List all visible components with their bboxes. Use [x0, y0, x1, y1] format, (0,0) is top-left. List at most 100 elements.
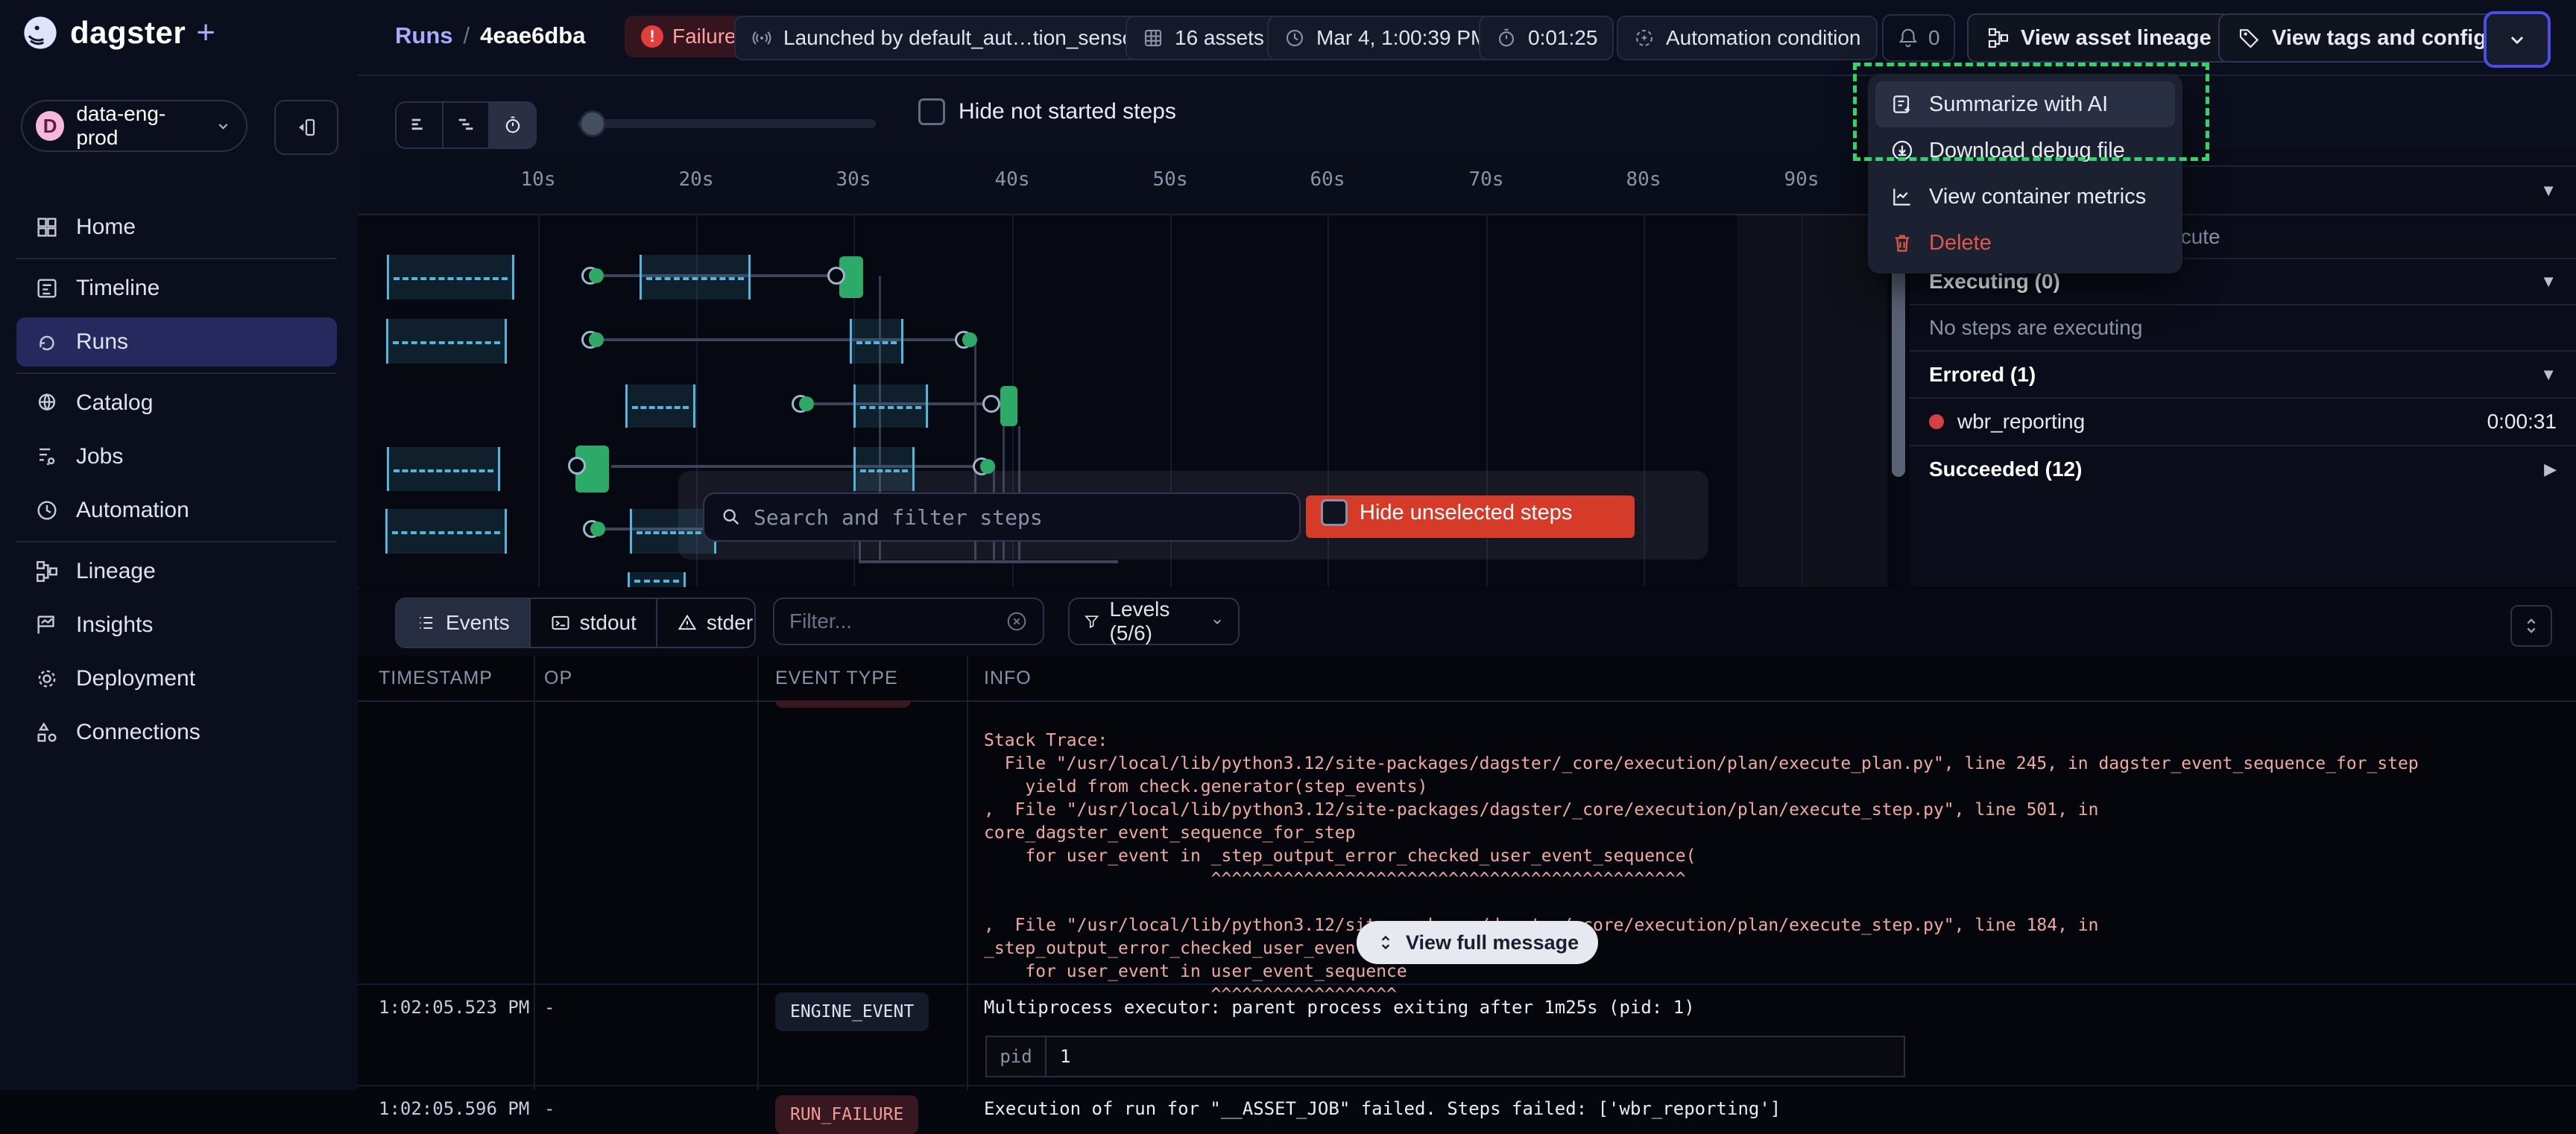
automation-icon — [34, 498, 60, 523]
run-actions-menu-button[interactable] — [2484, 11, 2551, 68]
levels-dropdown[interactable]: Levels (5/6) — [1068, 598, 1240, 645]
checkbox-icon[interactable] — [1321, 499, 1348, 526]
breadcrumb: Runs / 4eae6dba — [395, 22, 585, 49]
header-pill[interactable]: Mar 4, 1:00:39 PM — [1267, 16, 1504, 60]
sidebar-item-insights[interactable]: Insights — [16, 601, 337, 650]
error-dot-icon — [1929, 414, 1944, 429]
step-bar-queued[interactable] — [386, 319, 507, 364]
event-type-pill: ENGINE_EVENT — [775, 992, 929, 1031]
sidebar-item-deployment[interactable]: Deployment — [16, 654, 337, 703]
section-chevron-icon[interactable]: ▼ — [2540, 365, 2557, 384]
dependency-line[interactable] — [859, 560, 1118, 563]
log-filter-input[interactable]: Filter... — [773, 598, 1044, 645]
gantt-chart[interactable]: 10s20s30s40s50s60s70s80s90s Search and f… — [358, 149, 1908, 587]
dependency-node[interactable] — [982, 395, 1000, 413]
clear-filter-icon[interactable] — [1006, 610, 1028, 633]
sidebar-item-jobs[interactable]: Jobs — [16, 432, 337, 481]
tab-stdout[interactable]: stdout — [531, 599, 657, 647]
dependency-node[interactable] — [568, 457, 586, 475]
waterfall-mode-button[interactable] — [443, 103, 490, 148]
timed-mode-button[interactable] — [490, 103, 535, 148]
menu-item-view-container-metrics[interactable]: View container metrics — [1875, 174, 2175, 220]
dependency-node-done[interactable] — [589, 332, 604, 347]
view-full-message-button[interactable]: View full message — [1357, 921, 1598, 964]
assets-grid-icon — [1142, 27, 1164, 49]
gantt-time-axis: 10s20s30s40s50s60s70s80s90s — [358, 149, 1908, 215]
deployment-icon — [34, 666, 60, 691]
menu-item-delete[interactable]: Delete — [1875, 220, 2175, 266]
dependency-node-done[interactable] — [589, 268, 604, 283]
dependency-node-done[interactable] — [962, 332, 977, 347]
clock-icon — [1284, 27, 1306, 49]
tab-events[interactable]: Events — [397, 599, 531, 647]
trash-icon — [1890, 231, 1914, 255]
sidebar-item-timeline[interactable]: Timeline — [16, 264, 337, 313]
dependency-line[interactable] — [611, 465, 984, 468]
gantt-zoom-slider[interactable] — [578, 119, 876, 128]
dagster-octopus-icon — [21, 13, 60, 52]
step-bar-queued[interactable] — [640, 255, 751, 300]
table-header: TIMESTAMP OP EVENT TYPE INFO — [358, 656, 2576, 702]
checkbox-icon[interactable] — [918, 98, 945, 125]
dependency-line[interactable] — [595, 338, 966, 341]
header-pill[interactable]: 0:01:25 — [1479, 16, 1614, 60]
view-tags-config-button[interactable]: View tags and config — [2218, 13, 2506, 63]
step-bar-queued[interactable] — [385, 509, 507, 554]
header-pill[interactable]: Automation condition — [1617, 16, 1878, 60]
notifications-button[interactable]: 0 — [1882, 14, 1955, 62]
timeline-icon — [34, 276, 60, 301]
step-bar-queued[interactable] — [387, 447, 500, 491]
step-bar-queued[interactable] — [850, 319, 903, 364]
step-bar-queued[interactable] — [387, 255, 514, 300]
breadcrumb-runs-link[interactable]: Runs — [395, 22, 453, 49]
step-bar-queued[interactable] — [625, 384, 695, 428]
sidebar-item-automation[interactable]: Automation — [16, 486, 337, 535]
step-bar-queued[interactable] — [628, 572, 686, 587]
deployment-selector[interactable]: D data-eng-prod — [21, 100, 247, 152]
step-bar-success[interactable] — [1000, 386, 1017, 426]
clipped-event-pill — [775, 700, 911, 708]
waterfall-gantt-icon — [455, 115, 476, 136]
status-badge: ! Failure — [625, 16, 753, 57]
collapse-sidebar-button[interactable] — [274, 100, 338, 155]
event-type-pill: RUN_FAILURE — [775, 1095, 918, 1134]
bell-icon — [1897, 27, 1919, 49]
collapse-panel-icon — [295, 116, 318, 139]
hide-unselected-checkbox[interactable]: Hide unselected steps — [1321, 499, 1572, 526]
section-chevron-icon[interactable]: ▼ — [2540, 181, 2557, 200]
slider-handle[interactable] — [579, 110, 606, 137]
section-chevron-icon[interactable]: ▶ — [2544, 460, 2557, 479]
sidebar-item-lineage[interactable]: Lineage — [16, 547, 337, 596]
col-event-type: EVENT TYPE — [775, 668, 898, 689]
sidebar-item-connections[interactable]: Connections — [16, 708, 337, 757]
axis-tick: 30s — [836, 168, 871, 191]
step-bar-queued[interactable] — [853, 384, 928, 428]
event-log-table: TIMESTAMP OP EVENT TYPE INFO Stack Trace… — [358, 656, 2576, 1090]
header-pill[interactable]: Launched by default_aut…tion_sensor — [734, 16, 1157, 60]
tab-stderr[interactable]: stderr — [657, 599, 756, 647]
automation-cond-icon — [1633, 27, 1655, 49]
tag-icon — [2238, 26, 2261, 50]
steps-section-header[interactable]: Succeeded (12)▶ — [1910, 445, 2576, 492]
section-chevron-icon[interactable]: ▼ — [2540, 272, 2557, 291]
failure-icon: ! — [641, 25, 663, 48]
step-search-input[interactable]: Search and filter steps — [703, 492, 1301, 542]
chevron-down-icon — [2504, 27, 2530, 52]
sidebar-item-catalog[interactable]: Catalog — [16, 378, 337, 428]
sidebar-item-runs[interactable]: Runs — [16, 317, 337, 367]
dependency-node-done[interactable] — [799, 396, 814, 411]
warning-icon — [677, 612, 698, 633]
steps-section-header[interactable]: Errored (1)▼ — [1910, 350, 2576, 397]
axis-tick: 50s — [1153, 168, 1188, 191]
run-id: 4eae6dba — [480, 22, 585, 49]
hide-not-started-checkbox[interactable]: Hide not started steps — [918, 98, 1176, 125]
dependency-node[interactable] — [827, 267, 845, 285]
dependency-node-done[interactable] — [590, 522, 605, 536]
insights-icon — [34, 612, 60, 638]
view-asset-lineage-button[interactable]: View asset lineage — [1967, 13, 2231, 63]
expand-log-button[interactable] — [2510, 605, 2552, 647]
flat-mode-button[interactable] — [397, 103, 443, 148]
errored-step-row[interactable]: wbr_reporting0:00:31 — [1910, 397, 2576, 445]
header-pill[interactable]: 16 assets — [1126, 16, 1281, 60]
sidebar-item-home[interactable]: Home — [16, 203, 337, 252]
